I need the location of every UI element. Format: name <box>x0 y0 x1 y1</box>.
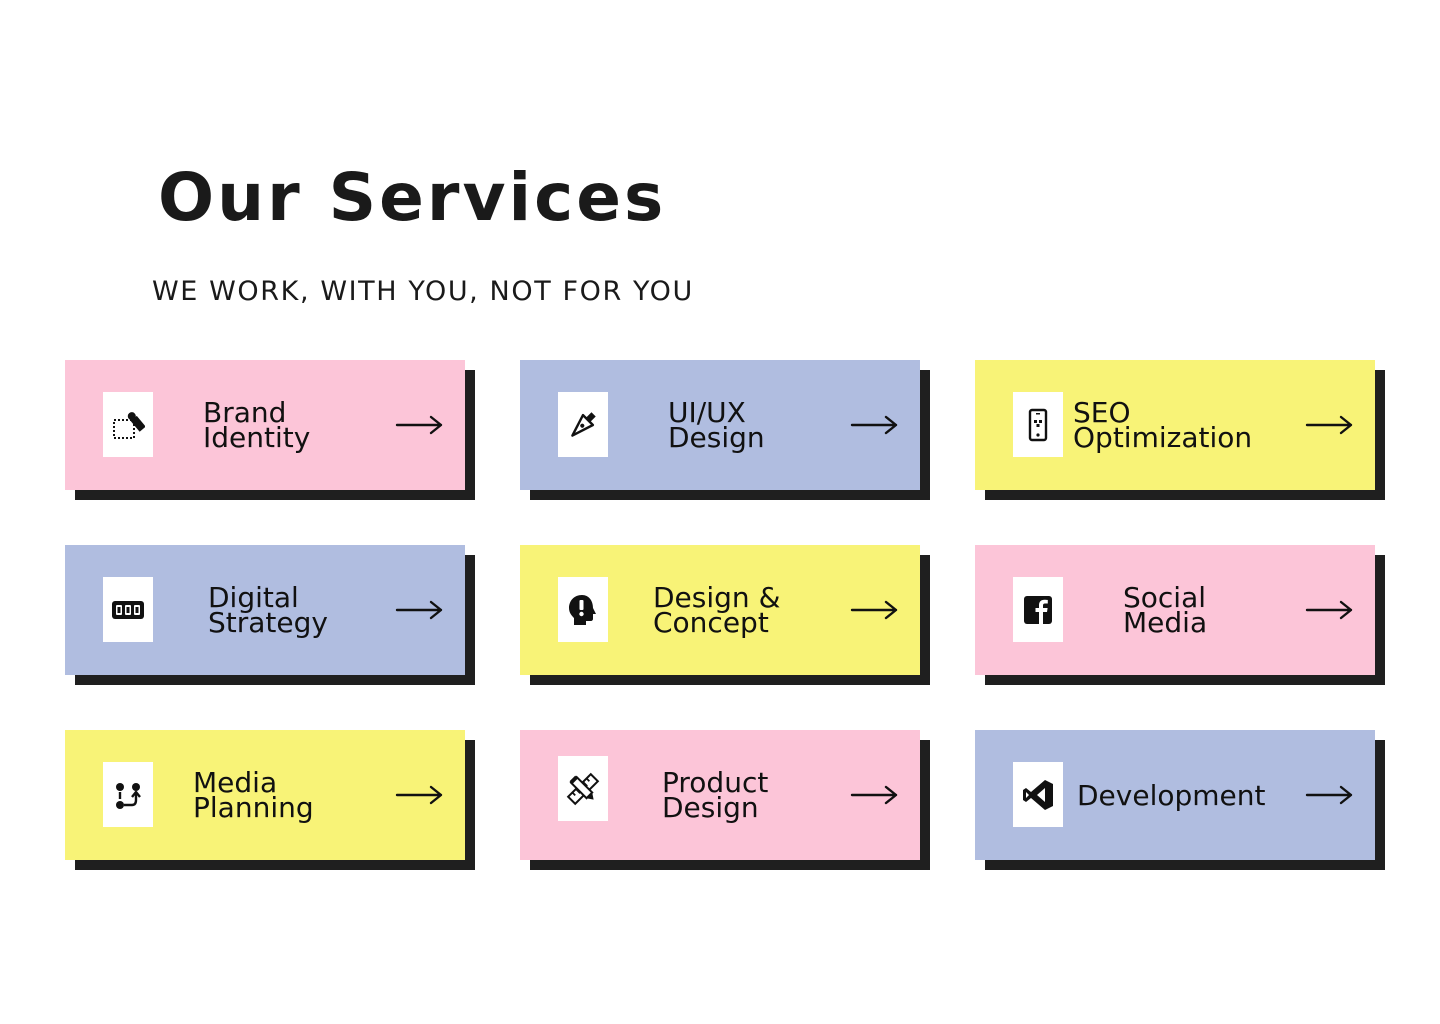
arrow-right-icon[interactable] <box>1305 598 1355 622</box>
service-card-media-planning[interactable]: Media Planning <box>65 730 465 860</box>
service-label-line2: Strategy <box>208 606 328 639</box>
head-idea-icon <box>558 577 608 642</box>
service-label-line2: Identity <box>203 421 311 454</box>
code-editor-icon <box>1013 762 1063 827</box>
service-label: Social Media <box>1123 545 1207 675</box>
pencil-ruler-icon <box>558 756 608 821</box>
arrow-right-icon[interactable] <box>395 598 445 622</box>
service-label-line2: Concept <box>653 606 769 639</box>
service-card-social-media[interactable]: Social Media <box>975 545 1375 675</box>
service-label: UI/UX Design <box>668 360 765 490</box>
service-label-line2: Optimization <box>1073 421 1253 454</box>
service-label: Media Planning <box>193 730 314 860</box>
service-card-ui-ux-design[interactable]: UI/UX Design <box>520 360 920 490</box>
arrow-right-icon[interactable] <box>850 413 900 437</box>
service-label: Design & Concept <box>653 545 780 675</box>
arrow-right-icon[interactable] <box>1305 783 1355 807</box>
service-label: SEO Optimization <box>1073 360 1252 490</box>
service-label-line2: Design <box>668 421 765 454</box>
arrow-right-icon[interactable] <box>395 413 445 437</box>
smartphone-icon <box>1013 392 1063 457</box>
service-label: Brand Identity <box>203 360 310 490</box>
service-card-development[interactable]: Development <box>975 730 1375 860</box>
facebook-icon <box>1013 577 1063 642</box>
pen-nib-icon <box>558 392 608 457</box>
service-label-line2: Design <box>662 791 759 824</box>
services-grid: Brand Identity UI/UX Design SEO Optimiza… <box>0 0 1440 1024</box>
arrow-right-icon[interactable] <box>1305 413 1355 437</box>
service-label-line2: Planning <box>193 791 314 824</box>
brand-stamp-icon <box>103 392 153 457</box>
service-label-line2: Media <box>1123 606 1208 639</box>
service-card-digital-strategy[interactable]: Digital Strategy <box>65 545 465 675</box>
service-label: Digital Strategy <box>208 545 328 675</box>
service-card-design-concept[interactable]: Design & Concept <box>520 545 920 675</box>
service-card-seo-optimization[interactable]: SEO Optimization <box>975 360 1375 490</box>
arrow-right-icon[interactable] <box>395 783 445 807</box>
arrow-right-icon[interactable] <box>850 783 900 807</box>
arrow-right-icon[interactable] <box>850 598 900 622</box>
service-card-brand-identity[interactable]: Brand Identity <box>65 360 465 490</box>
service-label: Product Design <box>662 730 768 860</box>
service-label-line1: Development <box>1077 778 1266 812</box>
flow-chart-icon <box>103 762 153 827</box>
film-strip-icon <box>103 577 153 642</box>
service-card-product-design[interactable]: Product Design <box>520 730 920 860</box>
service-label: Development <box>1077 730 1266 860</box>
